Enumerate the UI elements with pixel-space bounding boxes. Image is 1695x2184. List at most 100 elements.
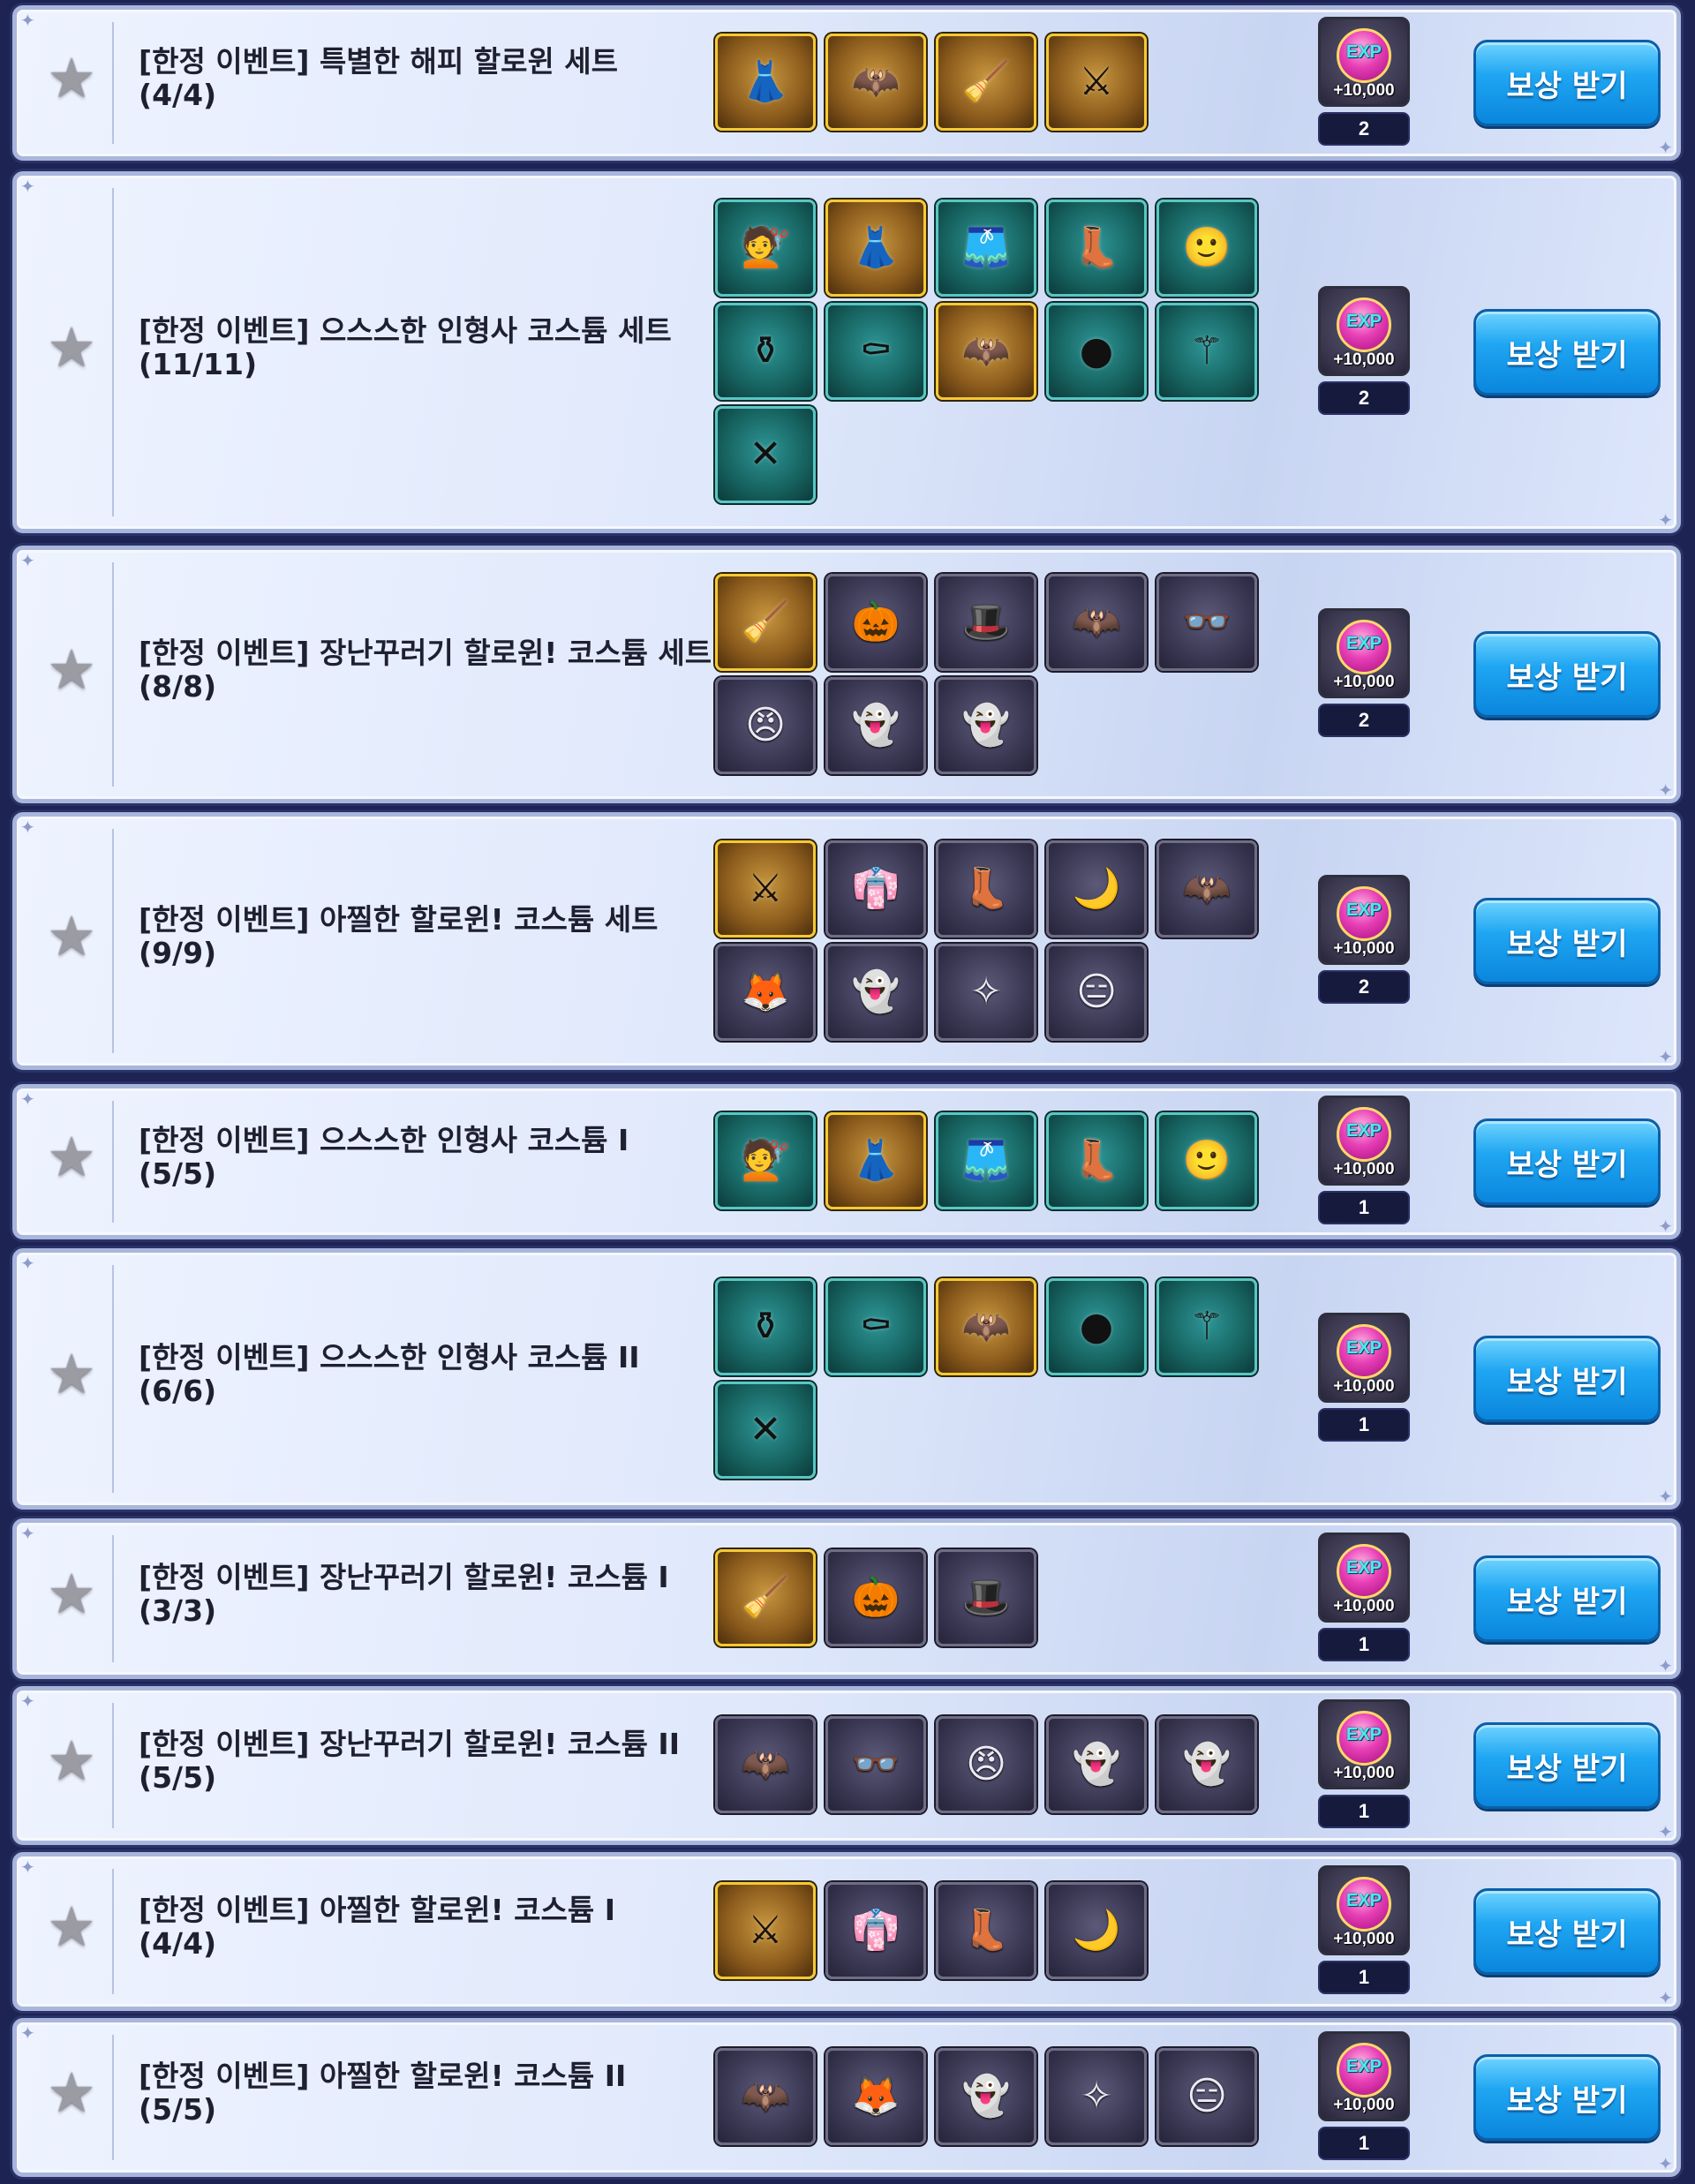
bald-face-icon[interactable]: 😑: [1046, 944, 1147, 1041]
ghost-necklace-icon[interactable]: 👻: [936, 2048, 1036, 2145]
earrings-icon[interactable]: ✧: [936, 944, 1036, 1041]
favorite-star-icon[interactable]: ★: [43, 1733, 100, 1789]
staff-icon[interactable]: ⚚: [1156, 303, 1257, 400]
boots-icon[interactable]: 👢: [936, 840, 1036, 938]
claim-reward-button[interactable]: 보상 받기: [1473, 40, 1661, 126]
witch-hat-icon[interactable]: 🎩: [936, 1549, 1036, 1646]
outfit-icon[interactable]: 👘: [825, 1882, 926, 1979]
glasses-face-icon[interactable]: 👓: [825, 1716, 926, 1813]
bat-hat-icon[interactable]: 🦇: [1046, 574, 1147, 671]
horns-icon[interactable]: 🌙: [1046, 1882, 1147, 1979]
scythe-icon[interactable]: ⚔: [1046, 34, 1147, 131]
claim-reward-button[interactable]: 보상 받기: [1473, 1555, 1661, 1642]
horns-icon[interactable]: 🌙: [1046, 840, 1147, 938]
favorite-star-icon[interactable]: ★: [43, 1129, 100, 1186]
favorite-star-icon[interactable]: ★: [43, 320, 100, 376]
pumpkin-basket-icon[interactable]: 🎃: [825, 1549, 926, 1646]
claim-reward-button[interactable]: 보상 받기: [1473, 898, 1661, 984]
corner-sparkle-icon: ✦: [20, 1691, 35, 1712]
coffin-pendant-icon[interactable]: ⚱: [715, 303, 816, 400]
favorite-star-icon[interactable]: ★: [43, 1346, 100, 1403]
achievement-title: [한정 이벤트] 아찔한 할로윈! 코스튬 II (5/5): [139, 2060, 704, 2127]
exp-orb-icon[interactable]: EXP +10,000: [1318, 1096, 1410, 1186]
red-hair-icon[interactable]: 💇: [715, 1112, 816, 1209]
bat-wings-icon[interactable]: 🦇: [715, 2048, 816, 2145]
ghost-necklace-icon[interactable]: 👻: [1046, 1716, 1147, 1813]
witch-dress-icon[interactable]: 👗: [715, 34, 816, 131]
dress-icon[interactable]: 👗: [825, 200, 926, 297]
bat-wings-icon[interactable]: 🦇: [936, 1278, 1036, 1375]
skirt-icon[interactable]: 🩳: [936, 200, 1036, 297]
favorite-star-icon[interactable]: ★: [43, 642, 100, 698]
broom-icon[interactable]: 🧹: [936, 34, 1036, 131]
exp-orb-icon[interactable]: EXP +10,000: [1318, 1533, 1410, 1623]
claim-reward-button[interactable]: 보상 받기: [1473, 2054, 1661, 2141]
fox-mask-icon[interactable]: 🦊: [715, 944, 816, 1041]
coffin-icon[interactable]: ⚰: [825, 303, 926, 400]
head-icon[interactable]: ●: [1046, 303, 1147, 400]
corner-sparkle-icon: ✦: [20, 817, 35, 838]
face-icon[interactable]: 🙂: [1156, 1112, 1257, 1209]
staff-icon[interactable]: ⚚: [1156, 1278, 1257, 1375]
ghost-earrings-icon[interactable]: 👻: [1156, 1716, 1257, 1813]
claim-reward-button[interactable]: 보상 받기: [1473, 1118, 1661, 1205]
favorite-star-icon[interactable]: ★: [43, 908, 100, 965]
corner-sparkle-icon: ✦: [1658, 1486, 1673, 1507]
ghost-necklace-icon[interactable]: 👻: [825, 677, 926, 774]
exp-orb-icon[interactable]: EXP +10,000: [1318, 875, 1410, 965]
claim-reward-button[interactable]: 보상 받기: [1473, 1888, 1661, 1975]
broom-icon[interactable]: 🧹: [715, 574, 816, 671]
face-icon[interactable]: 🙂: [1156, 200, 1257, 297]
dress-icon[interactable]: 👗: [825, 1112, 926, 1209]
red-hair-icon[interactable]: 💇: [715, 200, 816, 297]
boots-icon[interactable]: 👢: [1046, 200, 1147, 297]
exp-label: EXP: [1345, 900, 1382, 920]
pumpkin-basket-icon[interactable]: 🎃: [825, 574, 926, 671]
broom-icon[interactable]: 🧹: [715, 1549, 816, 1646]
exp-orb-icon[interactable]: EXP +10,000: [1318, 1865, 1410, 1955]
scythe-icon[interactable]: ⚔: [715, 1882, 816, 1979]
skirt-icon[interactable]: 🩳: [936, 1112, 1036, 1209]
ghost-earrings-icon[interactable]: 👻: [936, 677, 1036, 774]
angry-face-icon[interactable]: 😠: [936, 1716, 1036, 1813]
item-glyph: 👻: [961, 2074, 1011, 2119]
fox-mask-icon[interactable]: 🦊: [825, 2048, 926, 2145]
item-glyph: 👻: [851, 969, 900, 1014]
witch-hat-icon[interactable]: 🎩: [936, 574, 1036, 671]
coffin-icon[interactable]: ⚰: [825, 1278, 926, 1375]
angry-face-icon[interactable]: 😠: [715, 677, 816, 774]
bat-hat-icon[interactable]: 🦇: [715, 1716, 816, 1813]
scythe-icon[interactable]: ⚔: [715, 840, 816, 938]
earrings-icon[interactable]: ✧: [1046, 2048, 1147, 2145]
exp-orb-icon[interactable]: EXP +10,000: [1318, 2031, 1410, 2121]
favorite-star-icon[interactable]: ★: [43, 1566, 100, 1623]
exp-orb-icon[interactable]: EXP +10,000: [1318, 608, 1410, 698]
exp-orb-icon[interactable]: EXP +10,000: [1318, 1699, 1410, 1789]
stitch-accessory-icon[interactable]: ✕: [715, 406, 816, 503]
claim-reward-button[interactable]: 보상 받기: [1473, 631, 1661, 718]
coffin-pendant-icon[interactable]: ⚱: [715, 1278, 816, 1375]
exp-orb-icon[interactable]: EXP +10,000: [1318, 17, 1410, 107]
exp-orb-icon[interactable]: EXP +10,000: [1318, 286, 1410, 376]
favorite-star-icon[interactable]: ★: [43, 1899, 100, 1955]
bat-wings-icon[interactable]: 🦇: [1156, 840, 1257, 938]
bat-wings-icon[interactable]: 🦇: [825, 34, 926, 131]
outfit-icon[interactable]: 👘: [825, 840, 926, 938]
achievement-title: [한정 이벤트] 장난꾸러기 할로윈! 코스튬 세트 (8/8): [139, 636, 712, 704]
glasses-face-icon[interactable]: 👓: [1156, 574, 1257, 671]
claim-reward-button[interactable]: 보상 받기: [1473, 1722, 1661, 1809]
claim-reward-button[interactable]: 보상 받기: [1473, 1336, 1661, 1422]
exp-reward: EXP +10,000 1: [1315, 1699, 1413, 1828]
favorite-star-icon[interactable]: ★: [43, 50, 100, 107]
boots-icon[interactable]: 👢: [1046, 1112, 1147, 1209]
item-glyph: ⚔: [1079, 59, 1114, 104]
boots-icon[interactable]: 👢: [936, 1882, 1036, 1979]
bat-wings-icon[interactable]: 🦇: [936, 303, 1036, 400]
claim-reward-button[interactable]: 보상 받기: [1473, 309, 1661, 395]
bald-face-icon[interactable]: 😑: [1156, 2048, 1257, 2145]
stitch-accessory-icon[interactable]: ✕: [715, 1382, 816, 1479]
exp-orb-icon[interactable]: EXP +10,000: [1318, 1313, 1410, 1403]
favorite-star-icon[interactable]: ★: [43, 2065, 100, 2121]
ghost-necklace-icon[interactable]: 👻: [825, 944, 926, 1041]
head-icon[interactable]: ●: [1046, 1278, 1147, 1375]
